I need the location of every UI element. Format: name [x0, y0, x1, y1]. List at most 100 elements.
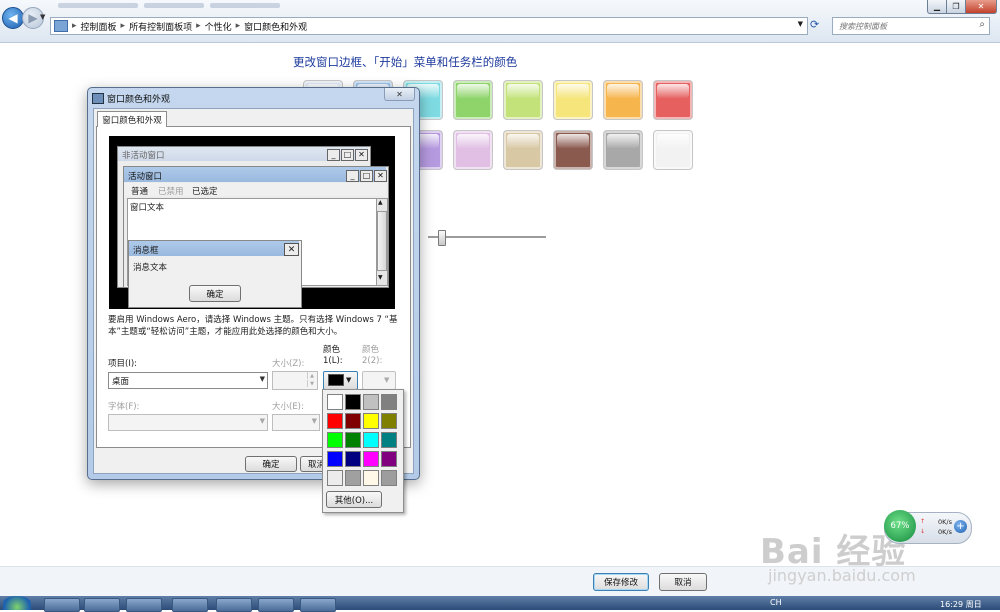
chevron-down-icon: ▼: [384, 376, 390, 384]
palette-color-cell[interactable]: [381, 432, 397, 448]
palette-color-cell[interactable]: [327, 394, 343, 410]
search-input[interactable]: [833, 18, 971, 34]
chevron-down-icon: ▼: [40, 13, 46, 21]
close-button[interactable]: ✕: [965, 0, 997, 14]
font-size-select[interactable]: ▼: [272, 414, 320, 431]
memory-gauge[interactable]: 67%: [884, 510, 916, 542]
breadcrumb-separator-icon: ▸: [72, 21, 77, 31]
tab-window-color[interactable]: 窗口颜色和外观: [97, 111, 167, 127]
color2-label: 颜色 2(2):: [362, 345, 383, 366]
close-icon: ✕: [977, 2, 985, 11]
color-swatch[interactable]: [503, 130, 543, 170]
color-swatch[interactable]: [503, 80, 543, 120]
preview-active-title: 活动窗口: [128, 172, 163, 182]
scroll-down-icon: ▼: [378, 274, 383, 281]
search-box[interactable]: ⌕: [832, 17, 990, 35]
aero-info-text: 要启用 Windows Aero，请选择 Windows 主题。只有选择 Win…: [108, 315, 398, 337]
palette-color-cell[interactable]: [345, 432, 361, 448]
breadcrumb-item[interactable]: 所有控制面板项: [129, 20, 192, 33]
font-label: 字体(F):: [108, 402, 140, 412]
other-color-button[interactable]: 其他(O)...: [326, 491, 382, 508]
font-size-label: 大小(E):: [272, 402, 304, 412]
plus-icon: +: [956, 521, 965, 532]
address-bar[interactable]: ▸ 控制面板 ▸ 所有控制面板项 ▸ 个性化 ▸ 窗口颜色和外观 ▼: [50, 17, 808, 35]
color2-button[interactable]: [362, 371, 396, 390]
preview-msgbox-title: 消息框: [133, 246, 159, 256]
preview-menu-normal[interactable]: 普通: [131, 185, 148, 197]
palette-color-cell[interactable]: [363, 451, 379, 467]
palette-color-cell[interactable]: [327, 451, 343, 467]
cancel-button[interactable]: 取消: [659, 573, 707, 591]
recent-pages-dropdown[interactable]: ▼: [40, 13, 48, 21]
address-dropdown-icon[interactable]: ▼: [798, 20, 803, 28]
control-panel-icon: [54, 20, 68, 32]
chevron-down-icon: ▼: [346, 376, 352, 384]
preview-menu-selected[interactable]: 已选定: [192, 185, 218, 197]
breadcrumb-separator-icon: ▸: [120, 21, 126, 31]
breadcrumb-item[interactable]: 窗口颜色和外观: [244, 20, 307, 33]
ok-button[interactable]: 确定: [245, 456, 297, 472]
color-swatch[interactable]: [453, 130, 493, 170]
preview-menu-disabled[interactable]: 已禁用: [158, 185, 184, 197]
intensity-slider-thumb[interactable]: [438, 230, 446, 246]
palette-color-cell[interactable]: [381, 451, 397, 467]
palette-color-cell[interactable]: [327, 413, 343, 429]
forward-arrow-icon: ▶: [28, 11, 38, 25]
preview-inactive-title: 非活动窗口: [122, 151, 165, 161]
color1-label: 颜色 1(L):: [323, 345, 343, 366]
palette-color-cell[interactable]: [381, 413, 397, 429]
maximize-button[interactable]: ❐: [946, 0, 966, 14]
chevron-down-icon: ▼: [259, 417, 265, 425]
dialog-close-button[interactable]: ✕: [384, 88, 415, 101]
palette-color-cell[interactable]: [327, 470, 343, 486]
palette-color-cell[interactable]: [363, 432, 379, 448]
color-swatch[interactable]: [603, 130, 643, 170]
color-swatch[interactable]: [653, 130, 693, 170]
chevron-down-icon: ▼: [311, 417, 317, 425]
dialog-title: 窗口颜色和外观: [107, 95, 171, 105]
spin-down-icon[interactable]: ▼: [307, 380, 316, 387]
widget-expand-button[interactable]: +: [954, 520, 967, 533]
color-swatch[interactable]: [553, 130, 593, 170]
palette-color-cell[interactable]: [345, 451, 361, 467]
palette-color-cell[interactable]: [381, 470, 397, 486]
spin-up-icon[interactable]: ▲: [307, 372, 316, 379]
search-icon[interactable]: ⌕: [979, 19, 985, 30]
download-speed: 0K/s: [938, 528, 952, 536]
color-swatch[interactable]: [603, 80, 643, 120]
preview-scrollbar-thumb[interactable]: [377, 211, 387, 271]
color-swatch[interactable]: [653, 80, 693, 120]
palette-color-cell[interactable]: [381, 394, 397, 410]
back-button[interactable]: ◀: [2, 7, 24, 29]
maximize-icon: □: [360, 170, 373, 182]
taskbar-clock[interactable]: 16:29 周日: [940, 599, 982, 610]
language-indicator[interactable]: CH: [770, 598, 782, 607]
palette-color-cell[interactable]: [363, 470, 379, 486]
refresh-button[interactable]: ⟳: [810, 18, 828, 32]
palette-color-cell[interactable]: [345, 470, 361, 486]
palette-color-cell[interactable]: [345, 413, 361, 429]
start-button[interactable]: [3, 596, 31, 610]
breadcrumb-item[interactable]: 控制面板: [81, 20, 117, 33]
palette-color-cell[interactable]: [363, 413, 379, 429]
breadcrumb-item[interactable]: 个性化: [205, 20, 232, 33]
palette-color-cell[interactable]: [327, 432, 343, 448]
breadcrumb-separator-icon: ▸: [235, 21, 241, 31]
close-icon: ✕: [355, 149, 368, 161]
baidu-watermark-url: jingyan.baidu.com: [768, 566, 916, 585]
color-swatch[interactable]: [553, 80, 593, 120]
palette-color-cell[interactable]: [363, 394, 379, 410]
minimize-icon: _: [327, 149, 340, 161]
color-swatch[interactable]: [453, 80, 493, 120]
preview-msgbox-text: 消息文本: [133, 263, 168, 273]
palette-color-cell[interactable]: [345, 394, 361, 410]
color1-swatch: [328, 374, 344, 386]
close-icon: ✕: [374, 170, 387, 182]
save-changes-button[interactable]: 保存修改: [593, 573, 649, 591]
font-select[interactable]: ▼: [108, 414, 268, 431]
size-label: 大小(Z):: [272, 359, 305, 369]
close-icon: ✕: [284, 243, 299, 256]
preview-msgbox-ok-button[interactable]: 确定: [189, 285, 241, 302]
item-select[interactable]: 桌面 ▼: [108, 372, 268, 389]
minimize-button[interactable]: ▁: [927, 0, 947, 14]
